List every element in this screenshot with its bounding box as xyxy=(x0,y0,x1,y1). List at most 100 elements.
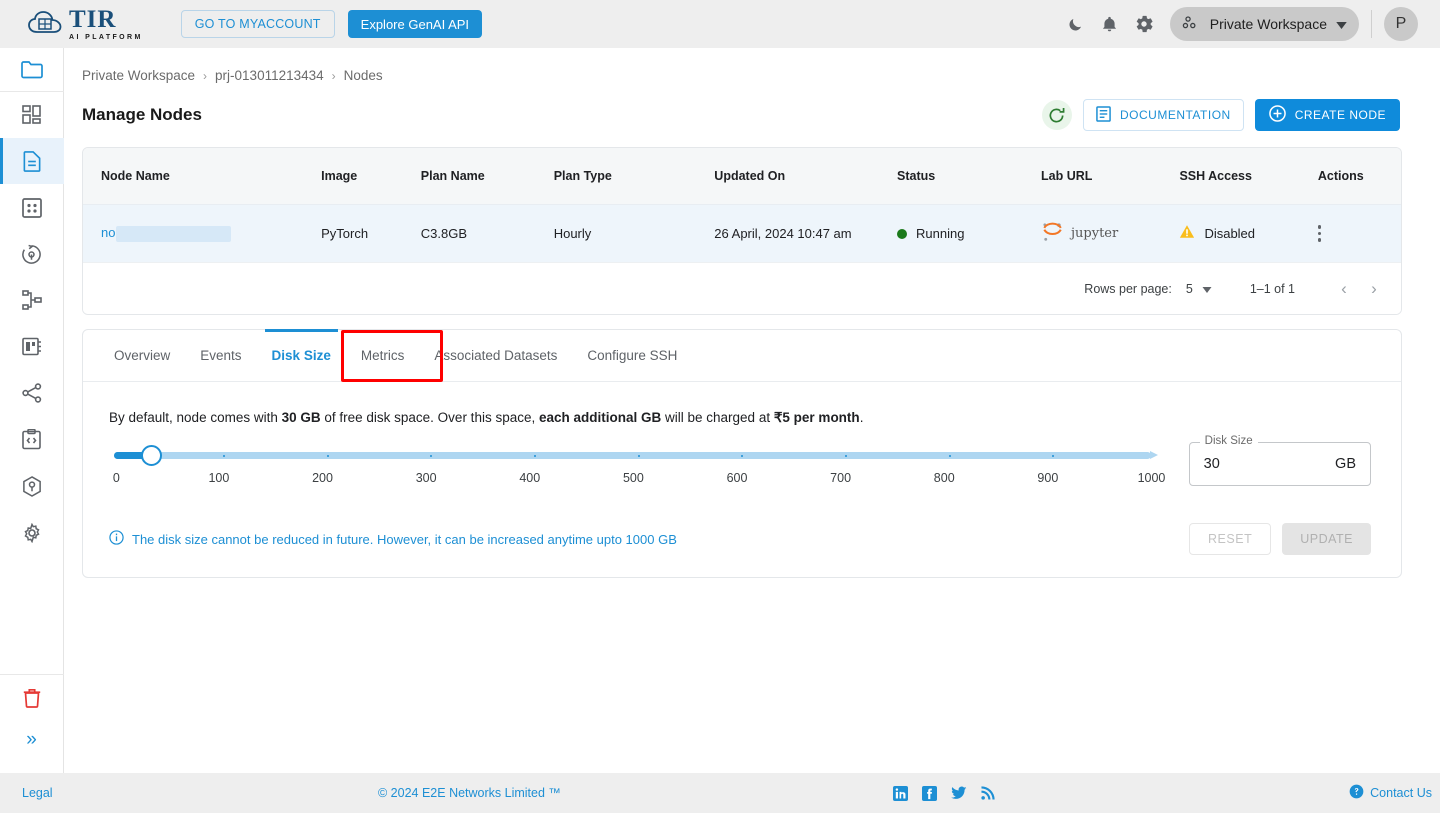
slider-tick-dot xyxy=(222,454,225,457)
brand-logo[interactable]: TIR AI PLATFORM xyxy=(28,7,143,41)
breadcrumb-item-workspace[interactable]: Private Workspace xyxy=(82,68,195,83)
slider-tick-dot xyxy=(948,454,951,457)
slider-tick-dot xyxy=(741,454,744,457)
desc-part-0: By default, node comes with xyxy=(109,410,282,425)
sidebar-item-pipelines[interactable] xyxy=(0,231,64,277)
column-header-image: Image xyxy=(321,148,421,204)
breadcrumb-item-nodes[interactable]: Nodes xyxy=(344,68,383,83)
facebook-icon[interactable] xyxy=(922,785,937,801)
tab-events[interactable]: Events xyxy=(185,329,256,381)
plus-circle-icon xyxy=(1268,105,1286,125)
sidebar-item-api[interactable] xyxy=(0,417,64,463)
status-dot-icon xyxy=(897,229,908,240)
sidebar-item-models[interactable] xyxy=(0,277,64,323)
table-row[interactable]: no PyTorch C3.8GB Hourly 26 April, 2024 … xyxy=(83,203,1401,262)
desc-part-2: of free disk space. Over this space, xyxy=(320,410,539,425)
warning-triangle-icon xyxy=(1179,224,1195,242)
brand-tagline: AI PLATFORM xyxy=(69,34,143,41)
disk-size-input-wrapper[interactable]: Disk Size 30 GB xyxy=(1188,435,1371,486)
table-pagination: Rows per page: 5 1–1 of 1 ‹ › xyxy=(83,262,1401,314)
create-node-button-label: CREATE NODE xyxy=(1294,108,1386,122)
disk-size-unit-label: GB xyxy=(1335,456,1356,472)
linkedin-icon[interactable] xyxy=(893,785,908,801)
top-header-bar: TIR AI PLATFORM GO TO MYACCOUNT Explore … xyxy=(0,0,1440,48)
workspace-selector[interactable]: Private Workspace xyxy=(1169,7,1359,41)
status-label: Running xyxy=(916,225,965,241)
twitter-icon[interactable] xyxy=(951,786,967,800)
main-content: Private Workspace › prj-013011213434 › N… xyxy=(64,48,1440,773)
desc-part-1: 30 GB xyxy=(281,410,321,425)
cell-lab-url[interactable]: jupyter xyxy=(1041,203,1180,262)
bell-icon[interactable] xyxy=(1093,7,1127,41)
chevron-down-icon xyxy=(1202,282,1212,296)
node-detail-card: Overview Events Disk Size Metrics Associ… xyxy=(82,329,1402,578)
rows-per-page-label: Rows per page: xyxy=(1084,281,1172,296)
cell-node-name[interactable]: no xyxy=(83,203,322,262)
chevron-right-icon[interactable]: › xyxy=(1359,274,1389,304)
footer-contact-label: Contact Us xyxy=(1370,786,1432,800)
slider-tick-label-0: 0 xyxy=(112,471,120,485)
nodes-table-card: Node Name Image Plan Name Plan Type Upda… xyxy=(82,147,1402,315)
explore-genai-api-button[interactable]: Explore GenAI API xyxy=(347,10,483,38)
sidebar-item-endpoints[interactable] xyxy=(0,370,64,416)
slider-track[interactable] xyxy=(114,445,1158,466)
sidebar-item-dashboard[interactable] xyxy=(0,92,64,138)
info-circle-icon xyxy=(109,530,124,548)
documentation-button[interactable]: DOCUMENTATION xyxy=(1082,99,1244,131)
cell-updated-on: 26 April, 2024 10:47 am xyxy=(714,203,898,262)
sidebar-item-nodes[interactable] xyxy=(0,137,64,185)
sidebar-item-containers[interactable] xyxy=(0,463,64,509)
column-header-lab-url: Lab URL xyxy=(1041,148,1180,204)
tab-associated-datasets[interactable]: Associated Datasets xyxy=(419,329,572,381)
cell-actions[interactable] xyxy=(1317,203,1401,262)
update-button[interactable]: UPDATE xyxy=(1282,523,1371,555)
tab-disk-size[interactable]: Disk Size xyxy=(257,329,346,381)
slider-tick-label-100: 100 xyxy=(208,471,230,485)
breadcrumb: Private Workspace › prj-013011213434 › N… xyxy=(64,48,1440,83)
jupyter-label: jupyter xyxy=(1071,225,1119,241)
footer-legal-link[interactable]: Legal xyxy=(22,786,53,800)
page-actions: DOCUMENTATION CREATE NODE xyxy=(1041,99,1400,131)
avatar[interactable]: P xyxy=(1384,7,1418,41)
create-node-button[interactable]: CREATE NODE xyxy=(1254,99,1400,131)
go-to-myaccount-button[interactable]: GO TO MYACCOUNT xyxy=(180,10,335,38)
disk-size-slider[interactable]: 0 100 200 300 400 500 600 700 800 900 10… xyxy=(109,445,1165,491)
kebab-menu-icon[interactable] xyxy=(1317,225,1401,242)
breadcrumb-item-project[interactable]: prj-013011213434 xyxy=(215,68,324,83)
slider-tick-label-400: 400 xyxy=(519,471,541,485)
jupyter-logo-icon xyxy=(1041,222,1065,245)
node-name-link[interactable]: no xyxy=(101,225,115,240)
table-header-row: Node Name Image Plan Name Plan Type Upda… xyxy=(83,148,1401,204)
sidebar-item-datasets[interactable] xyxy=(0,184,64,230)
slider-thumb[interactable] xyxy=(141,445,162,466)
chevron-left-icon[interactable]: ‹ xyxy=(1329,274,1359,304)
refresh-icon[interactable] xyxy=(1041,100,1072,130)
sidebar-item-projects[interactable] xyxy=(0,48,64,92)
trash-icon[interactable] xyxy=(0,673,64,720)
rows-per-page-select[interactable]: 5 xyxy=(1186,282,1212,296)
slider-tick-dot xyxy=(637,454,640,457)
reset-button[interactable]: RESET xyxy=(1189,523,1272,555)
workspace-icon xyxy=(1182,15,1201,33)
moon-icon[interactable] xyxy=(1059,7,1093,41)
rss-icon[interactable] xyxy=(981,786,995,800)
cell-ssh-access: Disabled xyxy=(1179,203,1318,262)
tab-metrics[interactable]: Metrics xyxy=(346,329,420,381)
column-header-status: Status xyxy=(897,148,1041,204)
column-header-plan-name: Plan Name xyxy=(420,148,554,204)
detail-tabs: Overview Events Disk Size Metrics Associ… xyxy=(83,329,1401,382)
disk-size-input-value[interactable]: 30 xyxy=(1204,456,1220,472)
gear-icon[interactable] xyxy=(1127,7,1161,41)
column-header-ssh-access: SSH Access xyxy=(1179,148,1318,204)
footer-contact-us[interactable]: Contact Us xyxy=(1349,784,1432,802)
breadcrumb-separator: › xyxy=(203,68,208,83)
sidebar-item-inference[interactable] xyxy=(0,324,64,370)
tab-configure-ssh[interactable]: Configure SSH xyxy=(572,329,692,381)
desc-part-4: will be charged at xyxy=(661,410,774,425)
chevron-double-right-icon[interactable]: » xyxy=(0,720,64,759)
tab-overview[interactable]: Overview xyxy=(99,329,185,381)
table-body: no PyTorch C3.8GB Hourly 26 April, 2024 … xyxy=(83,203,1401,262)
slider-tick-label-600: 600 xyxy=(726,471,748,485)
panel-footer-row: The disk size cannot be reduced in futur… xyxy=(109,523,1371,555)
sidebar-item-settings[interactable] xyxy=(0,509,64,555)
